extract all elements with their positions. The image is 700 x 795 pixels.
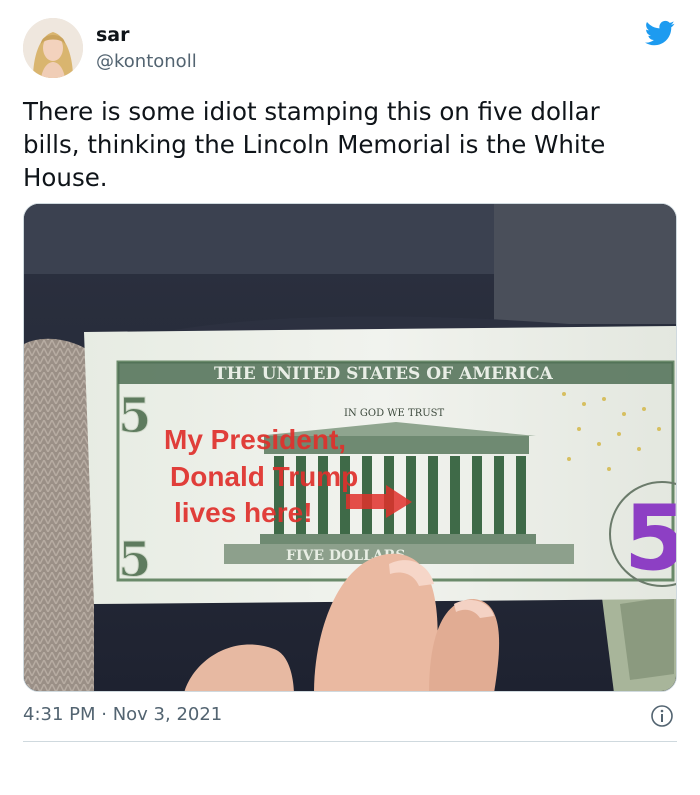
stamp-line-1: My President, <box>164 424 346 455</box>
tweet-text: There is some idiot stamping this on fiv… <box>23 97 606 192</box>
stamp-line-3: lives here! <box>174 497 313 528</box>
avatar[interactable] <box>23 18 83 78</box>
tweet-card: sar @kontonoll There is some idiot stamp… <box>0 0 700 795</box>
bill-corner-5-bottom: 5 <box>118 532 151 588</box>
twitter-bird-icon[interactable] <box>644 18 676 48</box>
profile-photo <box>23 18 83 78</box>
bill-header-text: THE UNITED STATES OF AMERICA <box>214 364 554 384</box>
bill-purple-5: 5 <box>624 486 677 591</box>
author-handle[interactable]: @kontonoll <box>96 51 197 72</box>
bill-corner-5-top: 5 <box>118 388 151 444</box>
tweet-photo[interactable]: THE UNITED STATES OF AMERICA IN GOD WE T… <box>23 203 677 692</box>
stamp-line-2: Donald Trump <box>170 461 358 492</box>
tweet-timestamp[interactable]: 4:31 PM · Nov 3, 2021 <box>23 704 222 725</box>
bill-motto-text: IN GOD WE TRUST <box>344 408 444 419</box>
divider <box>23 741 677 742</box>
info-icon[interactable] <box>650 704 674 728</box>
author-name[interactable]: sar <box>96 24 130 46</box>
five-dollar-bill-photo: THE UNITED STATES OF AMERICA IN GOD WE T… <box>24 204 677 691</box>
